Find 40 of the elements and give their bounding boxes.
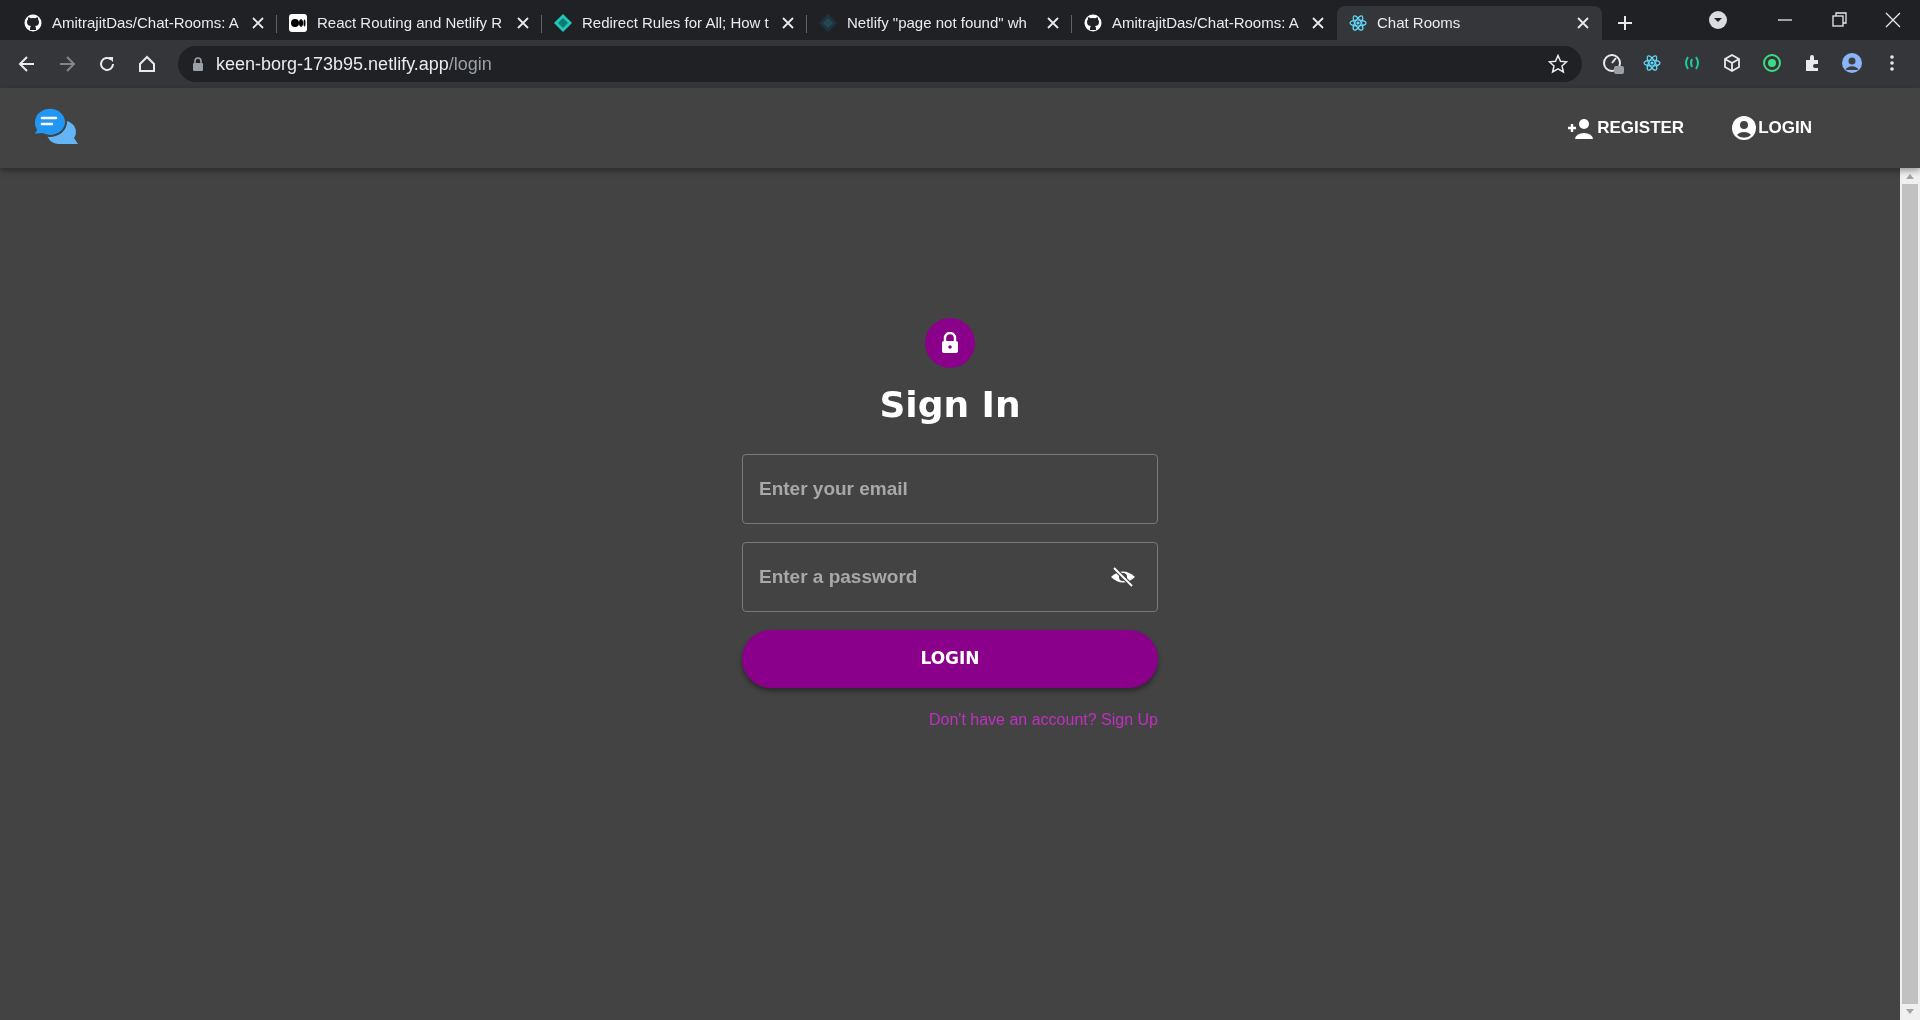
diamond-icon bbox=[819, 14, 837, 32]
close-icon[interactable] bbox=[1576, 16, 1590, 30]
email-field[interactable]: Enter your email bbox=[742, 454, 1158, 524]
github-icon bbox=[1084, 14, 1102, 32]
github-icon bbox=[24, 14, 42, 32]
browser-tab[interactable]: Netlify "page not found" wh bbox=[807, 6, 1072, 40]
browser-tab[interactable]: Chat Rooms bbox=[1337, 6, 1602, 40]
close-icon[interactable] bbox=[516, 16, 530, 30]
new-tab-icon[interactable] bbox=[1616, 14, 1634, 32]
lock-icon bbox=[192, 56, 204, 72]
restore-icon[interactable] bbox=[1829, 10, 1849, 30]
add-person-icon bbox=[1567, 116, 1596, 140]
close-icon[interactable] bbox=[251, 16, 265, 30]
circles-icon bbox=[289, 14, 307, 32]
account-icon bbox=[1732, 116, 1757, 140]
dropdown-icon[interactable] bbox=[1708, 10, 1728, 30]
password-field[interactable]: Enter a password bbox=[742, 542, 1158, 612]
target-icon[interactable] bbox=[1762, 53, 1784, 75]
close-icon[interactable] bbox=[1883, 10, 1903, 30]
nav-link[interactable]: LOGIN bbox=[1732, 115, 1812, 141]
avatar-icon[interactable] bbox=[1842, 53, 1864, 75]
page-title: Sign In bbox=[879, 383, 1021, 427]
close-icon[interactable] bbox=[1311, 16, 1325, 30]
gauge-icon[interactable] bbox=[1602, 53, 1624, 75]
close-icon[interactable] bbox=[1046, 16, 1060, 30]
url-text: keen-borg-173b95.netlify.app/login bbox=[216, 52, 493, 76]
home-icon[interactable] bbox=[136, 53, 158, 75]
address-bar[interactable]: keen-borg-173b95.netlify.app/login bbox=[178, 46, 1582, 82]
browser-tab[interactable]: AmitrajitDas/Chat-Rooms: A bbox=[1072, 6, 1337, 40]
browser-tab[interactable]: React Routing and Netlify R bbox=[277, 6, 542, 40]
diamond-icon bbox=[554, 14, 572, 32]
close-icon[interactable] bbox=[781, 16, 795, 30]
browser-tab[interactable]: Redirect Rules for All; How t bbox=[542, 6, 807, 40]
lock-icon bbox=[941, 332, 959, 354]
star-icon[interactable] bbox=[1548, 54, 1568, 74]
eye-slash-icon[interactable] bbox=[1110, 566, 1136, 588]
login-button[interactable]: LOGIN bbox=[742, 630, 1158, 688]
nav-link[interactable]: REGISTER bbox=[1567, 115, 1685, 141]
browser-tab[interactable]: AmitrajitDas/Chat-Rooms: A bbox=[12, 6, 277, 40]
atom-icon bbox=[1349, 14, 1367, 32]
